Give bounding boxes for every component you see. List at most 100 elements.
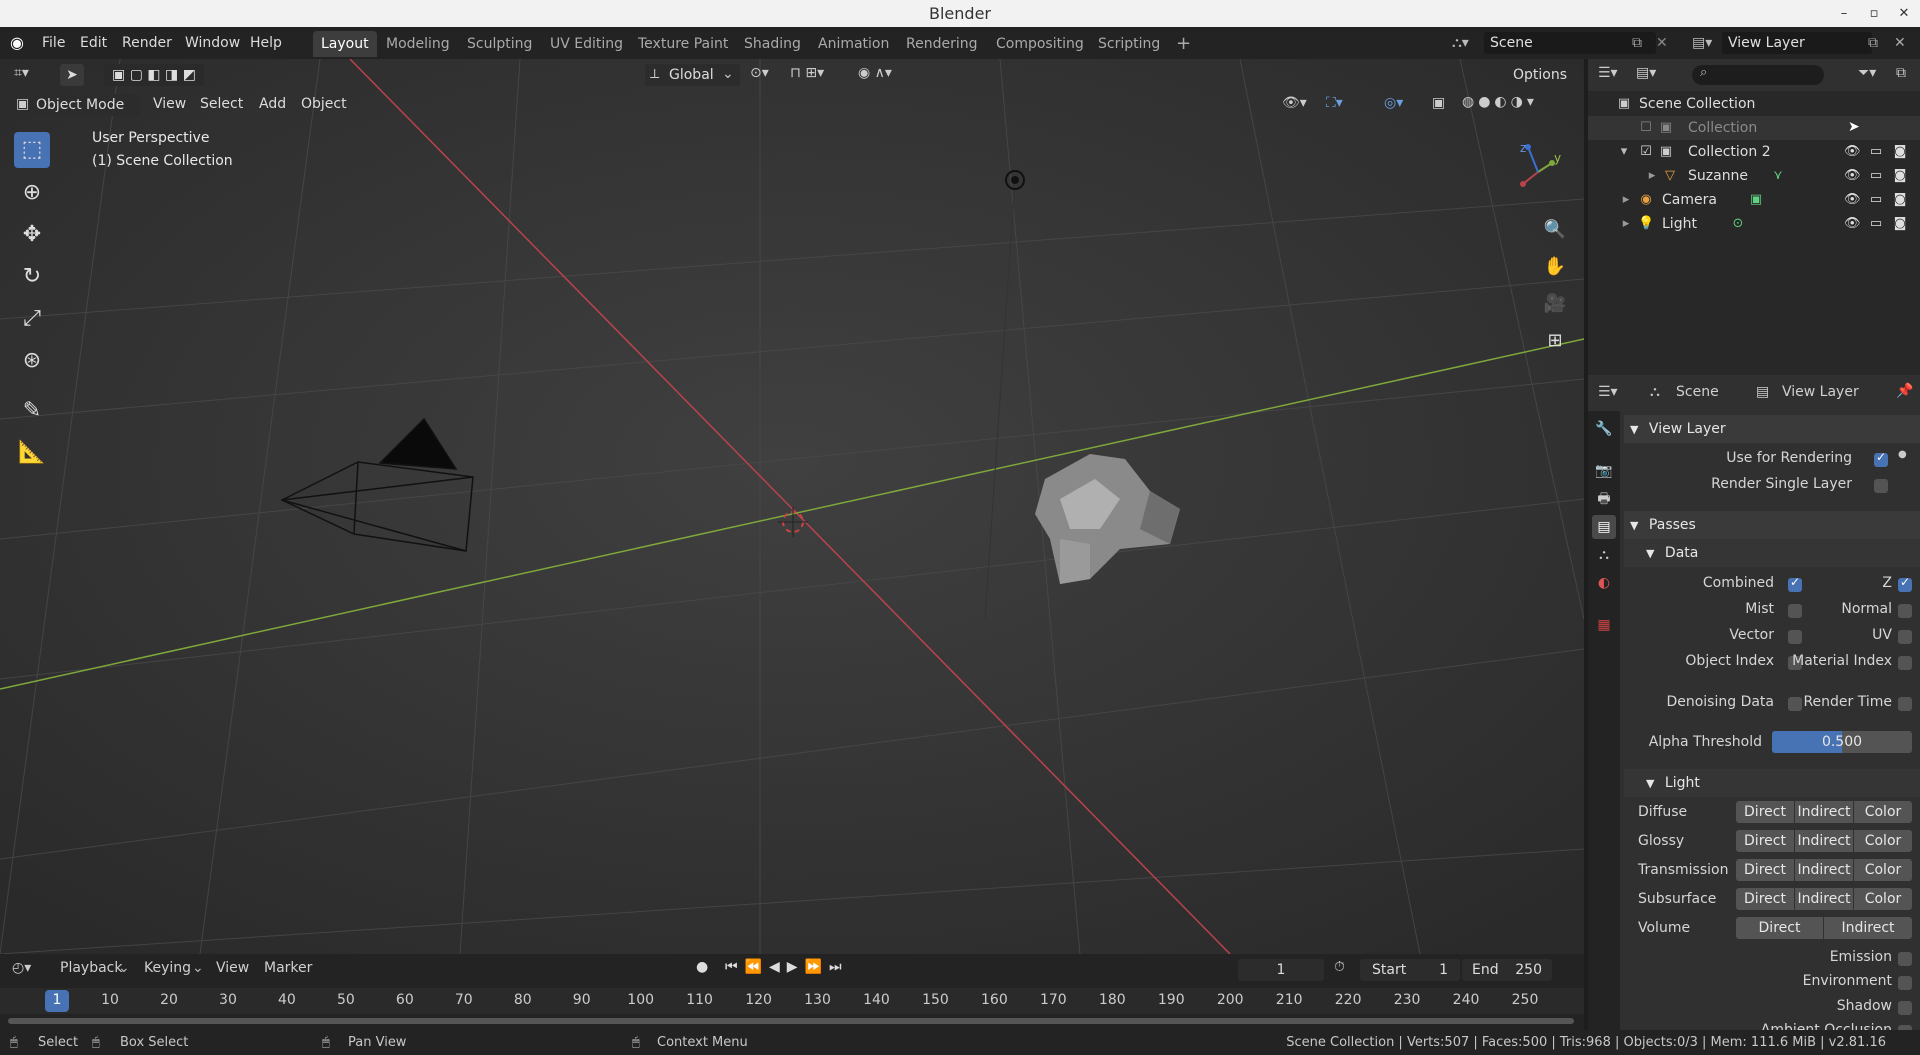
timeline-scrollbar[interactable] <box>8 1018 1574 1024</box>
outliner-row-collection-2[interactable]: ▾ ☑ ▣ Collection 2 👁 ▭ ◙ <box>1588 140 1920 164</box>
start-frame-field[interactable]: Start 1 <box>1360 959 1460 981</box>
section-light[interactable]: ▼ Light <box>1624 769 1920 797</box>
section-passes[interactable]: ▼ Passes <box>1624 511 1920 539</box>
shadow-checkbox[interactable] <box>1898 1001 1912 1015</box>
menu-view[interactable]: View <box>153 96 186 112</box>
mesh-data-icon[interactable]: ⋎ <box>1770 164 1786 188</box>
breadcrumb-scene[interactable]: Scene <box>1676 384 1719 400</box>
eye-icon[interactable]: 👁 <box>1844 188 1861 212</box>
properties-editor-icon[interactable]: ☰▾ <box>1598 384 1618 400</box>
menu-edit[interactable]: Edit <box>80 33 107 53</box>
diffuse-indirect-button[interactable]: Indirect <box>1795 801 1853 823</box>
viewport-display-icon[interactable]: ▭ <box>1868 164 1884 188</box>
menu-window[interactable]: Window <box>185 33 240 53</box>
keyframe-dot-icon[interactable]: ● <box>1898 449 1907 460</box>
exclude-checkbox-icon[interactable]: ☑ <box>1638 140 1654 164</box>
display-mode-icon[interactable]: ▤▾ <box>1636 65 1656 81</box>
outliner-row-camera[interactable]: ▸ ◉ Camera ▣ 👁 ▭ ◙ <box>1588 188 1920 212</box>
tweak-tool-icon[interactable]: ➤ <box>60 64 84 86</box>
end-frame-field[interactable]: End 250 <box>1462 959 1552 981</box>
transmission-direct-button[interactable]: Direct <box>1736 859 1794 881</box>
menu-add[interactable]: Add <box>259 96 286 112</box>
outliner-row-collection[interactable]: ☐ ▣ Collection <box>1588 116 1920 140</box>
blender-logo-icon[interactable]: ◉ <box>10 33 24 53</box>
viewport-display-icon[interactable]: ▭ <box>1868 188 1884 212</box>
transmission-color-button[interactable]: Color <box>1854 859 1912 881</box>
menu-view[interactable]: View <box>216 960 249 976</box>
close-icon[interactable]: ✕ <box>1892 0 1916 27</box>
alpha-threshold-slider[interactable]: 0.500 <box>1772 731 1912 753</box>
render-tab-icon[interactable]: 📷 <box>1592 459 1616 483</box>
editor-type-icon[interactable]: ⌗▾ <box>14 65 29 81</box>
scale-tool-icon[interactable]: ⤢ <box>14 301 50 337</box>
render-camera-icon[interactable]: ◙ <box>1892 188 1908 212</box>
transform-tool-icon[interactable]: ⊛ <box>14 343 50 379</box>
view-layer-icon[interactable]: ▤▾ <box>1692 33 1712 53</box>
move-tool-icon[interactable]: ✥ <box>14 217 50 253</box>
render-camera-icon[interactable]: ◙ <box>1892 140 1908 164</box>
pivot-point-icon[interactable]: ⊙▾ <box>750 65 769 81</box>
tab-texture-paint[interactable]: Texture Paint <box>630 31 736 57</box>
light-data-icon[interactable]: ⊙ <box>1730 212 1746 236</box>
normal-checkbox[interactable] <box>1898 604 1912 618</box>
tab-shading[interactable]: Shading <box>736 31 809 57</box>
glossy-direct-button[interactable]: Direct <box>1736 830 1794 852</box>
world-tab-icon[interactable]: ◐ <box>1592 571 1616 595</box>
3d-viewport[interactable]: z y ⌗▾ ➤ ▣ ▢ ◧ ◨ ◩ Global ⟂ ⌄ ⊙▾ ⊓ ⊞▾ ◉ … <box>0 59 1584 954</box>
tab-scripting[interactable]: Scripting <box>1090 31 1168 57</box>
render-camera-icon[interactable]: ◙ <box>1892 164 1908 188</box>
overlay-toggle-icon[interactable]: ◎▾ <box>1384 95 1403 111</box>
glossy-color-button[interactable]: Color <box>1854 830 1912 852</box>
volume-indirect-button[interactable]: Indirect <box>1824 917 1912 939</box>
delete-scene-icon[interactable]: ✕ <box>1656 33 1668 53</box>
selection-mode-icons[interactable]: ▣ ▢ ◧ ◨ ◩ <box>104 64 204 86</box>
options-button[interactable]: Options <box>1500 64 1580 86</box>
timeline-editor-icon[interactable]: ◴▾ <box>12 960 31 976</box>
menu-playback[interactable]: Playback <box>60 960 122 976</box>
outliner-row-light[interactable]: ▸ 💡 Light ⊙ 👁 ▭ ◙ <box>1588 212 1920 236</box>
texture-tab-icon[interactable]: ▦ <box>1592 613 1616 637</box>
scene-icon[interactable]: ⛬▾ <box>1452 33 1469 53</box>
tab-sculpting[interactable]: Sculpting <box>459 31 540 57</box>
transmission-indirect-button[interactable]: Indirect <box>1795 859 1853 881</box>
minimize-icon[interactable]: – <box>1832 0 1856 27</box>
menu-select[interactable]: Select <box>200 96 243 112</box>
menu-marker[interactable]: Marker <box>264 960 312 976</box>
use-for-rendering-checkbox[interactable] <box>1874 450 1888 467</box>
camera-data-icon[interactable]: ▣ <box>1748 188 1764 212</box>
combined-checkbox[interactable] <box>1788 575 1802 592</box>
scene-tab-icon[interactable]: ⛬ <box>1592 543 1616 567</box>
stopwatch-icon[interactable]: ⏱ <box>1334 959 1345 975</box>
exclude-checkbox-icon[interactable]: ☐ <box>1638 116 1654 140</box>
camera-view-icon[interactable]: 🎥 <box>1540 289 1570 319</box>
xray-icon[interactable]: ▣ <box>1432 95 1445 111</box>
render-camera-icon[interactable]: ◙ <box>1892 212 1908 236</box>
section-view-layer[interactable]: ▼ View Layer <box>1624 415 1920 443</box>
outliner-row-scene-collection[interactable]: ▣ Scene Collection <box>1588 92 1920 116</box>
cursor-tool-icon[interactable]: ⊕ <box>14 175 50 211</box>
outliner-row-suzanne[interactable]: ▸ ▽ Suzanne ⋎ 👁 ▭ ◙ <box>1588 164 1920 188</box>
annotate-tool-icon[interactable]: ✎ <box>14 393 50 429</box>
render-time-checkbox[interactable] <box>1898 697 1912 711</box>
emission-checkbox[interactable] <box>1898 952 1912 966</box>
uv-checkbox[interactable] <box>1898 630 1912 644</box>
expand-arrow-icon[interactable]: ▾ <box>1616 140 1632 164</box>
current-frame-field[interactable]: 1 <box>1238 959 1324 981</box>
menu-help[interactable]: Help <box>250 33 282 53</box>
add-workspace-button[interactable]: + <box>1168 31 1199 57</box>
visibility-icon[interactable]: 👁▾ <box>1282 95 1307 111</box>
snap-icon[interactable]: ⊓ ⊞▾ <box>790 65 824 81</box>
measure-tool-icon[interactable]: 📐 <box>14 435 50 471</box>
ortho-grid-icon[interactable]: ⊞ <box>1540 326 1570 356</box>
select-box-tool-icon[interactable]: ⬚ <box>14 132 50 168</box>
proportional-edit-icon[interactable]: ◉ ∧▾ <box>858 65 892 81</box>
pan-hand-icon[interactable]: ✋ <box>1540 252 1570 282</box>
new-collection-icon[interactable]: ⧉ <box>1896 65 1906 81</box>
outliner-search-input[interactable]: ⌕ <box>1692 65 1824 85</box>
new-view-layer-icon[interactable]: ⧉ <box>1868 33 1878 53</box>
playback-controls-icons[interactable]: ⏮⏪◀▶⏩⏭ <box>725 959 849 975</box>
tab-layout[interactable]: Layout <box>313 31 377 57</box>
tab-rendering[interactable]: Rendering <box>898 31 986 57</box>
mist-checkbox[interactable] <box>1788 604 1802 618</box>
eye-icon[interactable]: 👁 <box>1844 212 1861 236</box>
